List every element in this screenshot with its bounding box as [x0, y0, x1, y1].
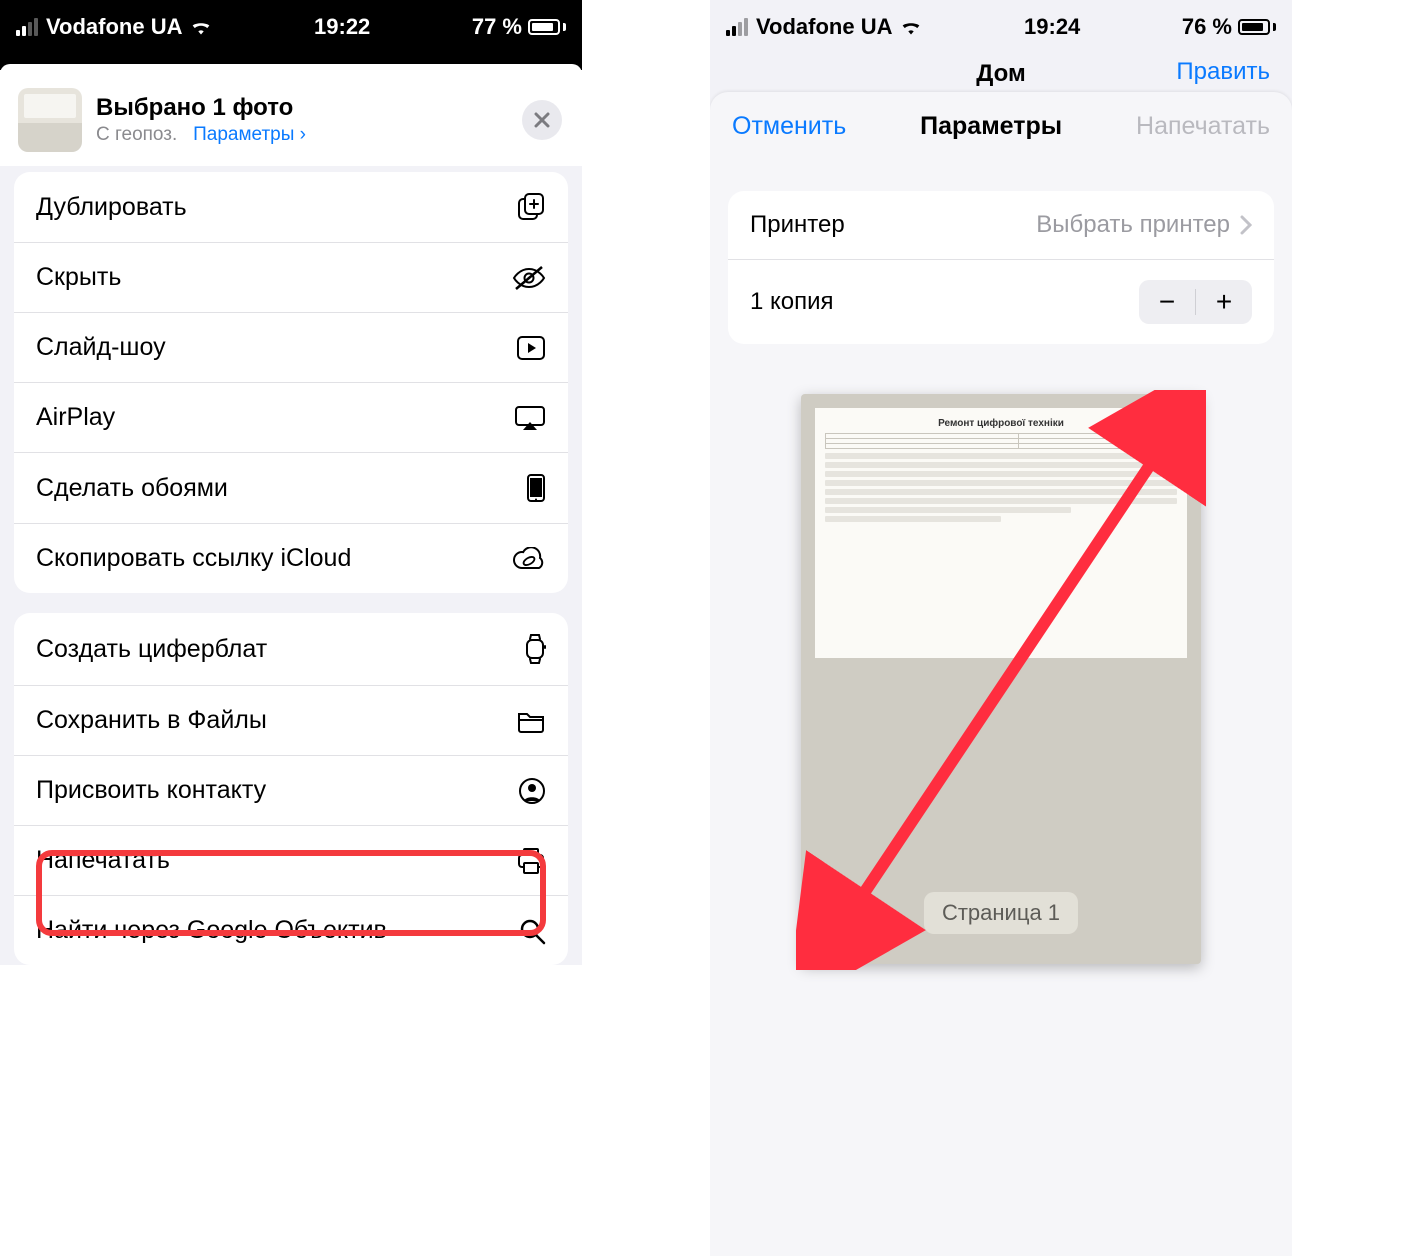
action-label: Дублировать: [36, 193, 187, 222]
battery-icon: [1238, 19, 1276, 35]
printer-row[interactable]: Принтер Выбрать принтер: [728, 191, 1274, 260]
duplicate-icon: [512, 192, 546, 222]
action-airplay[interactable]: AirPlay: [14, 383, 568, 453]
print-sheet: Отменить Параметры Напечатать Принтер Вы…: [710, 92, 1292, 1256]
action-group-1: Дублировать Скрыть Слайд-шоу AirPlay: [14, 172, 568, 593]
action-group-2: Создать циферблат Сохранить в Файлы Прис…: [14, 613, 568, 965]
chevron-right-icon: [1240, 215, 1252, 235]
folder-icon: [512, 709, 546, 733]
action-label: Найти через Google Объектив: [36, 916, 387, 945]
document-content: Ремонт цифрової техніки: [815, 408, 1187, 658]
battery-icon: [528, 19, 566, 35]
cancel-button[interactable]: Отменить: [732, 112, 846, 141]
print-button[interactable]: Напечатать: [1136, 112, 1270, 141]
action-icloud-link[interactable]: Скопировать ссылку iCloud: [14, 524, 568, 593]
action-print[interactable]: Напечатать: [14, 826, 568, 896]
action-google-lens[interactable]: Найти через Google Объектив: [14, 896, 568, 965]
action-hide[interactable]: Скрыть: [14, 243, 568, 313]
copies-row: 1 копия − +: [728, 260, 1274, 344]
page-number-badge: Страница 1: [924, 892, 1078, 934]
share-sheet-screen: Vodafone UA 19:22 77 % Выбрано 1 фото С …: [0, 0, 582, 1256]
close-button[interactable]: [522, 100, 562, 140]
cloud-link-icon: [512, 547, 546, 571]
print-settings-group: Принтер Выбрать принтер 1 копия − +: [728, 191, 1274, 344]
action-label: Слайд-шоу: [36, 333, 166, 362]
hide-icon: [512, 265, 546, 291]
status-bar: Vodafone UA 19:24 76 %: [710, 0, 1292, 54]
airplay-icon: [512, 405, 546, 431]
action-label: Скопировать ссылку iCloud: [36, 544, 351, 573]
status-bar: Vodafone UA 19:22 77 %: [0, 0, 582, 54]
signal-icon: [16, 18, 38, 36]
printer-label: Принтер: [750, 211, 845, 239]
share-header: Выбрано 1 фото С геопоз. Параметры ›: [0, 74, 582, 166]
watch-icon: [512, 633, 546, 665]
sheet-navbar: Отменить Параметры Напечатать: [710, 92, 1292, 161]
wifi-icon: [190, 19, 212, 35]
copies-label: 1 копия: [750, 288, 834, 316]
clock-label: 19:24: [1024, 14, 1080, 40]
share-subtitle-prefix: С геопоз.: [96, 124, 177, 145]
action-label: Напечатать: [36, 846, 170, 875]
action-slideshow[interactable]: Слайд-шоу: [14, 313, 568, 383]
print-options-screen: Vodafone UA 19:24 76 % Дом Править Отмен…: [710, 0, 1292, 1256]
carrier-label: Vodafone UA: [46, 14, 182, 40]
copies-stepper: − +: [1139, 280, 1252, 324]
clock-label: 19:22: [314, 14, 370, 40]
action-label: Сделать обоями: [36, 474, 228, 503]
action-assign-contact[interactable]: Присвоить контакту: [14, 756, 568, 826]
wifi-icon: [900, 19, 922, 35]
printer-icon: [512, 847, 546, 875]
background-edit-button[interactable]: Править: [1176, 58, 1270, 86]
action-wallpaper[interactable]: Сделать обоями: [14, 453, 568, 524]
stepper-minus[interactable]: −: [1139, 280, 1195, 324]
stepper-plus[interactable]: +: [1196, 280, 1252, 324]
preview-page[interactable]: Ремонт цифрової техніки Страница 1: [801, 394, 1201, 964]
search-icon: [512, 917, 546, 945]
action-label: Создать циферблат: [36, 635, 267, 664]
action-label: Присвоить контакту: [36, 776, 266, 805]
contact-icon: [512, 777, 546, 805]
phone-icon: [512, 473, 546, 503]
printer-value: Выбрать принтер: [1036, 211, 1230, 239]
close-icon: [533, 111, 551, 129]
share-title: Выбрано 1 фото: [96, 94, 306, 122]
battery-percent-label: 77 %: [472, 14, 522, 40]
action-watchface[interactable]: Создать циферблат: [14, 613, 568, 686]
play-icon: [512, 335, 546, 361]
print-preview[interactable]: Ремонт цифрової техніки Страница 1: [710, 394, 1292, 964]
action-duplicate[interactable]: Дублировать: [14, 172, 568, 243]
battery-percent-label: 76 %: [1182, 14, 1232, 40]
sheet-title: Параметры: [920, 112, 1062, 141]
photo-thumbnail[interactable]: [18, 88, 82, 152]
signal-icon: [726, 18, 748, 36]
carrier-label: Vodafone UA: [756, 14, 892, 40]
action-label: AirPlay: [36, 403, 115, 432]
action-label: Сохранить в Файлы: [36, 706, 267, 735]
action-label: Скрыть: [36, 263, 121, 292]
share-options-link[interactable]: Параметры ›: [193, 124, 306, 145]
action-save-files[interactable]: Сохранить в Файлы: [14, 686, 568, 756]
